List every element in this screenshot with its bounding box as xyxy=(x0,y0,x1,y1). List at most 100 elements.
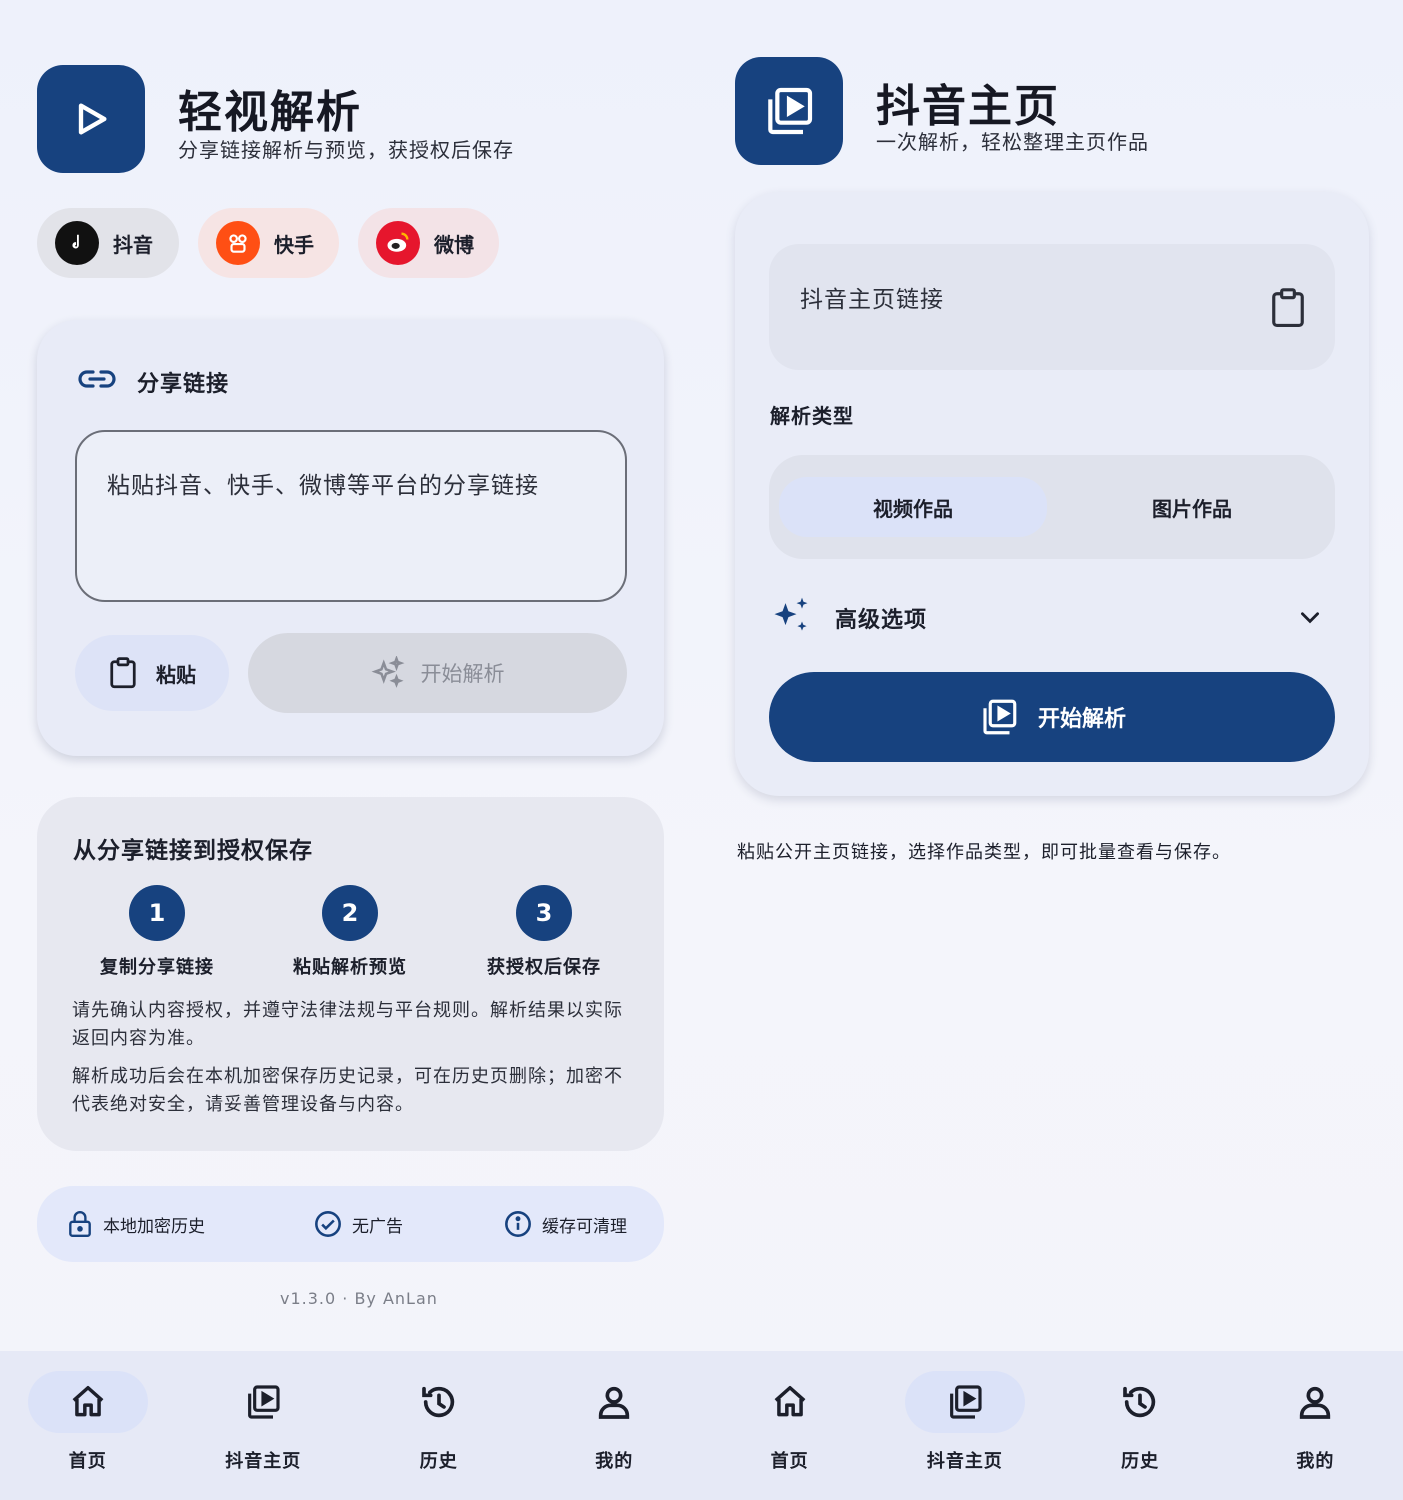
check-circle-icon xyxy=(315,1211,341,1237)
bottom-nav-right: 首页 抖音主页 历史 我的 xyxy=(702,1351,1403,1500)
step-2: 2 粘贴解析预览 xyxy=(260,885,440,979)
nav-label: 历史 xyxy=(1121,1451,1160,1472)
feature-cache-clearable: 缓存可清理 xyxy=(504,1210,627,1238)
video-library-icon xyxy=(949,1385,982,1419)
version-text: v1.3.0 · By AnLan xyxy=(280,1289,438,1308)
encryption-notice: 解析成功后会在本机加密保存历史记录，可在历史页删除；加密不代表绝对安全，请妥善管… xyxy=(72,1066,623,1115)
nav-pill xyxy=(904,1371,1025,1433)
share-link-card: 分享链接 粘贴抖音、快手、微博等平台的分享链接 粘贴 开始解析 xyxy=(37,320,664,756)
video-library-icon xyxy=(983,699,1017,735)
step-number: 2 xyxy=(322,885,378,941)
person-icon xyxy=(1300,1386,1331,1419)
step-label: 粘贴解析预览 xyxy=(293,957,407,978)
share-card-title: 分享链接 xyxy=(137,372,230,397)
douyin-icon xyxy=(55,221,99,265)
advanced-options-toggle[interactable]: 高级选项 xyxy=(769,592,1335,640)
feature-no-ads: 无广告 xyxy=(314,1210,403,1238)
nav-pill xyxy=(1080,1371,1200,1433)
parse-type-segmented: 视频作品 图片作品 xyxy=(769,455,1335,559)
nav-home[interactable]: 首页 xyxy=(702,1351,877,1500)
advanced-options-label: 高级选项 xyxy=(835,608,928,633)
nav-pill xyxy=(730,1371,850,1433)
nav-pill xyxy=(379,1371,499,1433)
chip-label: 抖音 xyxy=(113,232,153,257)
kuaishou-icon xyxy=(216,221,260,265)
start-label: 开始解析 xyxy=(420,662,505,686)
lock-icon xyxy=(69,1211,91,1238)
home-icon xyxy=(774,1386,806,1417)
parse-type-video[interactable]: 视频作品 xyxy=(779,477,1047,537)
platform-chip-kuaishou[interactable]: 快手 xyxy=(198,208,339,278)
step-number: 3 xyxy=(516,885,572,941)
parse-type-label: 解析类型 xyxy=(770,404,854,428)
nav-label: 抖音主页 xyxy=(225,1451,302,1472)
step-label: 复制分享链接 xyxy=(100,957,214,978)
nav-label: 历史 xyxy=(419,1451,458,1472)
features-bar: 本地加密历史 无广告 缓存可清理 xyxy=(37,1186,664,1262)
chip-label: 快手 xyxy=(274,232,314,257)
page-subtitle: 一次解析，轻松整理主页作品 xyxy=(876,130,1149,154)
parse-type-image[interactable]: 图片作品 xyxy=(1059,477,1325,537)
nav-history[interactable]: 历史 xyxy=(1053,1351,1228,1500)
nav-pill xyxy=(203,1371,323,1433)
nav-label: 我的 xyxy=(595,1451,634,1472)
feature-label: 本地加密历史 xyxy=(103,1216,205,1237)
video-library-icon xyxy=(768,87,813,135)
bottom-nav-left: 首页 抖音主页 历史 我的 xyxy=(0,1351,702,1500)
nav-mine[interactable]: 我的 xyxy=(527,1351,703,1500)
home-icon xyxy=(72,1386,104,1417)
start-parse-button[interactable]: 开始解析 xyxy=(248,633,627,713)
step-number: 1 xyxy=(129,885,185,941)
page-title: 抖音主页 xyxy=(876,81,1060,132)
platform-chip-douyin[interactable]: 抖音 xyxy=(37,208,179,278)
nav-label: 抖音主页 xyxy=(926,1451,1003,1472)
nav-pill xyxy=(554,1371,674,1433)
step-label: 获授权后保存 xyxy=(487,957,601,978)
feature-label: 无广告 xyxy=(352,1216,403,1237)
steps-card-title: 从分享链接到授权保存 xyxy=(73,838,313,864)
nav-mine[interactable]: 我的 xyxy=(1228,1351,1403,1500)
nav-label: 首页 xyxy=(770,1451,809,1472)
weibo-icon xyxy=(376,221,420,265)
app-subtitle: 分享链接解析与预览，获授权后保存 xyxy=(178,138,514,162)
authorization-notice: 请先确认内容授权，并遵守法律法规与平台规则。解析结果以实际返回内容为准。 xyxy=(72,1000,623,1049)
usage-note: 粘贴公开主页链接，选择作品类型，即可批量查看与保存。 xyxy=(737,842,1231,863)
paste-button[interactable]: 粘贴 xyxy=(75,635,229,711)
nav-douyin-home[interactable]: 抖音主页 xyxy=(176,1351,352,1500)
clipboard-icon xyxy=(1272,288,1304,328)
link-icon xyxy=(77,364,117,398)
sparkle-icon xyxy=(371,656,404,688)
input-label: 抖音主页链接 xyxy=(800,287,944,313)
douyin-home-link-input[interactable]: 抖音主页链接 xyxy=(769,244,1335,370)
nav-pill xyxy=(1255,1371,1375,1433)
video-library-icon xyxy=(248,1385,280,1419)
app-logo xyxy=(37,65,145,173)
history-icon xyxy=(421,1386,454,1418)
nav-history[interactable]: 历史 xyxy=(351,1351,527,1500)
person-icon xyxy=(599,1386,630,1419)
share-link-input[interactable]: 粘贴抖音、快手、微博等平台的分享链接 xyxy=(75,430,627,602)
history-icon xyxy=(1123,1386,1156,1418)
nav-pill xyxy=(27,1371,148,1433)
platform-chip-weibo[interactable]: 微博 xyxy=(358,208,499,278)
paste-label: 粘贴 xyxy=(156,662,196,687)
start-parse-button[interactable]: 开始解析 xyxy=(769,672,1335,762)
nav-label: 我的 xyxy=(1296,1451,1335,1472)
chevron-down-icon xyxy=(1301,612,1319,624)
paste-clipboard-button[interactable] xyxy=(1269,286,1307,334)
info-icon xyxy=(505,1211,531,1237)
feature-local-encrypted-history: 本地加密历史 xyxy=(67,1210,205,1238)
step-1: 1 复制分享链接 xyxy=(67,885,247,979)
nav-label: 首页 xyxy=(68,1451,107,1472)
nav-home[interactable]: 首页 xyxy=(0,1351,176,1500)
app-title: 轻视解析 xyxy=(178,87,362,138)
steps-card: 从分享链接到授权保存 1 复制分享链接 2 粘贴解析预览 3 获授权后保存 请先… xyxy=(37,797,664,1151)
start-label: 开始解析 xyxy=(1037,707,1126,732)
feature-label: 缓存可清理 xyxy=(542,1216,627,1237)
sparkle-icon xyxy=(774,597,808,631)
douyin-home-card: 抖音主页链接 解析类型 视频作品 图片作品 高级选项 开始解析 xyxy=(735,192,1369,796)
chip-label: 微博 xyxy=(434,232,474,257)
douyin-home-logo xyxy=(735,57,843,165)
nav-douyin-home[interactable]: 抖音主页 xyxy=(877,1351,1052,1500)
play-icon xyxy=(78,103,107,135)
